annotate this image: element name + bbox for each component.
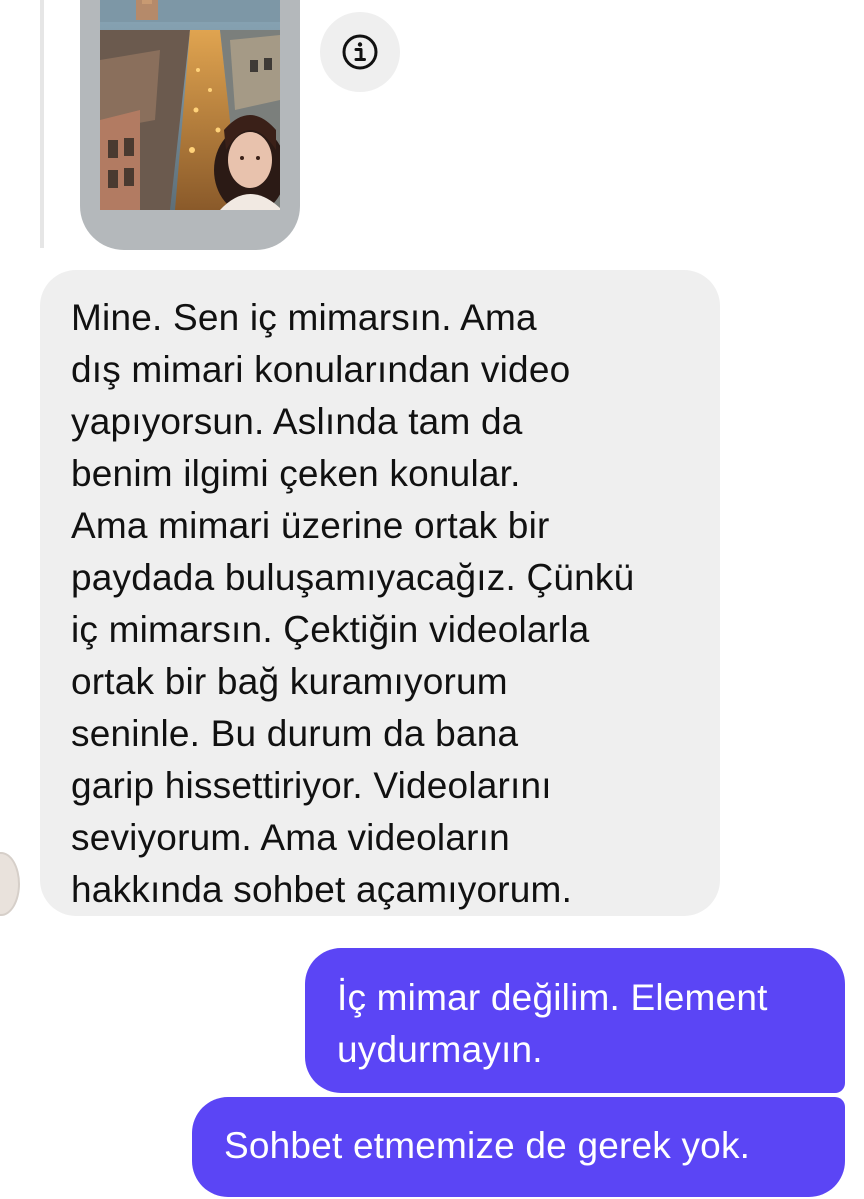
- reply-thread-line: [40, 0, 44, 248]
- city-street-image: [100, 0, 280, 210]
- incoming-message-text: Mine. Sen iç mimarsın. Ama dış mimari ko…: [71, 297, 635, 910]
- outgoing-message-text: İç mimar değilim. Element uydurmayın.: [337, 977, 768, 1070]
- avatar[interactable]: [0, 852, 20, 916]
- outgoing-message-bubble[interactable]: Sohbet etmemize de gerek yok.: [192, 1097, 845, 1197]
- shared-reel-card[interactable]: [80, 0, 300, 250]
- incoming-message-bubble[interactable]: Mine. Sen iç mimarsın. Ama dış mimari ko…: [40, 270, 720, 916]
- reel-thumbnail: [100, 0, 280, 210]
- info-icon: [342, 34, 378, 70]
- info-button[interactable]: [320, 12, 400, 92]
- outgoing-message-text: Sohbet etmemize de gerek yok.: [224, 1125, 751, 1166]
- outgoing-message-bubble[interactable]: İç mimar değilim. Element uydurmayın.: [305, 948, 845, 1093]
